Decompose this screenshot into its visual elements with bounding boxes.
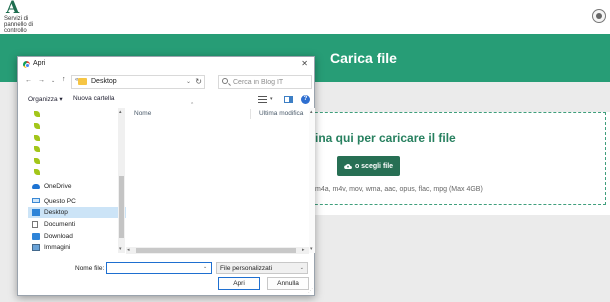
chrome-icon [23, 61, 30, 68]
up-arrow-icon[interactable]: ↑ [62, 76, 66, 83]
close-icon[interactable]: ✕ [301, 59, 308, 68]
site-logo-subtitle: Servizi di pannello di controllo [4, 16, 34, 34]
forward-arrow-icon[interactable]: → [38, 77, 45, 84]
onedrive-icon [32, 184, 40, 189]
filename-input[interactable] [106, 262, 212, 274]
filename-label: Nome file: [75, 265, 105, 272]
tree-item-this-pc[interactable]: Questo PC [28, 196, 128, 207]
scroll-down-icon[interactable]: ▾ [119, 246, 122, 252]
download-icon [32, 233, 40, 240]
column-header-modified[interactable]: Ultima modifica [259, 110, 303, 117]
file-list[interactable] [126, 119, 307, 247]
column-header-name[interactable]: Nome [134, 110, 151, 117]
site-header: A Servizi di pannello di controllo [0, 0, 610, 34]
dialog-title: Apri [33, 60, 46, 67]
file-type-select[interactable]: File personalizzati ⌄ [216, 262, 308, 274]
chevron-down-icon[interactable]: ⌄ [186, 78, 191, 85]
tree-item-documents[interactable]: Documenti [28, 219, 128, 230]
file-list-scrollbar[interactable]: ▴ ▾ [309, 108, 315, 253]
dialog-toolbar: Organizza ▾ Nuova cartella ▾ ? [18, 93, 314, 107]
folder-leaf-icon[interactable] [34, 111, 40, 117]
tree-item-desktop[interactable]: Desktop [28, 207, 128, 218]
folder-leaf-icon[interactable] [34, 135, 40, 141]
tree-item-label: OneDrive [44, 183, 72, 190]
supported-formats: m4a, m4v, mov, wma, aac, opus, flac, mpg… [315, 186, 483, 193]
account-icon[interactable] [592, 9, 606, 23]
tree-item-label: Documenti [44, 221, 76, 228]
resize-grip-icon[interactable]: ⋰ [308, 288, 313, 294]
tree-item-label: Desktop [44, 209, 68, 216]
new-folder-button[interactable]: Nuova cartella [73, 95, 115, 102]
page-title: Carica file [330, 50, 397, 66]
column-divider[interactable] [250, 109, 251, 119]
tree-item-download[interactable]: Download [28, 231, 128, 242]
upload-card: ina qui per caricare il file o scegli fi… [300, 112, 610, 215]
navigation-pane: OneDrive Questo PC Desktop Documenti Dow… [28, 108, 128, 253]
folder-leaf-icon[interactable] [34, 158, 40, 164]
back-arrow-icon[interactable]: ← [25, 77, 32, 84]
refresh-icon[interactable]: ↻ [195, 77, 202, 86]
choose-file-button[interactable]: o scegli file [337, 156, 400, 176]
view-options-icon[interactable] [258, 96, 267, 103]
cloud-upload-icon [344, 163, 352, 169]
dialog-titlebar[interactable]: Apri ✕ [18, 57, 314, 73]
tree-item-label: Questo PC [44, 198, 76, 205]
scroll-up-icon[interactable]: ▴ [119, 109, 122, 115]
horizontal-scrollbar[interactable]: ◂ ▸ [126, 247, 309, 254]
scrollbar-thumb[interactable] [136, 248, 296, 253]
help-icon[interactable]: ? [301, 95, 310, 104]
navigation-bar: ← → ⌄ ↑ « Desktop ⌄ ↻ [18, 73, 314, 91]
folder-leaf-icon[interactable] [34, 169, 40, 175]
cancel-button[interactable]: Annulla [267, 277, 309, 290]
drop-zone-text: ina qui per caricare il file [315, 131, 456, 145]
chevron-down-icon[interactable]: ⌄ [203, 264, 207, 270]
search-box[interactable] [218, 75, 312, 89]
preview-pane-icon[interactable] [284, 96, 293, 103]
tree-item-label: Download [44, 233, 73, 240]
open-button[interactable]: Apri [218, 277, 260, 290]
tree-item-onedrive[interactable]: OneDrive [28, 181, 128, 192]
navigation-pane-scrollbar[interactable]: ▴ ▾ [118, 108, 125, 253]
search-icon [222, 78, 228, 84]
folder-leaf-icon[interactable] [34, 146, 40, 152]
chevron-down-icon[interactable]: ▾ [270, 96, 273, 102]
choose-file-label: o scegli file [354, 162, 394, 170]
scroll-right-icon[interactable]: ▸ [302, 247, 305, 253]
scroll-left-icon[interactable]: ◂ [127, 247, 130, 253]
search-input[interactable] [233, 77, 311, 87]
tree-item-pictures[interactable]: Immagini [28, 242, 128, 253]
scroll-down-icon[interactable]: ▾ [310, 246, 313, 252]
breadcrumb-desktop[interactable]: Desktop [91, 78, 117, 85]
open-file-dialog: Apri ✕ ← → ⌄ ↑ « Desktop ⌄ ↻ Organizza ▾… [17, 56, 315, 296]
documents-icon [32, 221, 38, 228]
computer-icon [32, 198, 40, 203]
scrollbar-thumb[interactable] [119, 176, 124, 238]
sort-indicator-icon: ⌃ [190, 102, 195, 108]
tree-item-label: Immagini [44, 244, 71, 251]
organize-menu[interactable]: Organizza ▾ [28, 95, 63, 103]
scroll-up-icon[interactable]: ▴ [310, 109, 313, 115]
folder-leaf-icon[interactable] [34, 123, 40, 129]
folder-icon [78, 78, 87, 85]
file-type-value: File personalizzati [220, 265, 273, 272]
address-bar[interactable]: « Desktop ⌄ ↻ [71, 75, 205, 89]
desktop-icon [32, 209, 40, 216]
chevron-down-icon: ⌄ [299, 265, 304, 271]
recent-locations-icon[interactable]: ⌄ [51, 78, 55, 84]
pictures-icon [32, 244, 40, 251]
